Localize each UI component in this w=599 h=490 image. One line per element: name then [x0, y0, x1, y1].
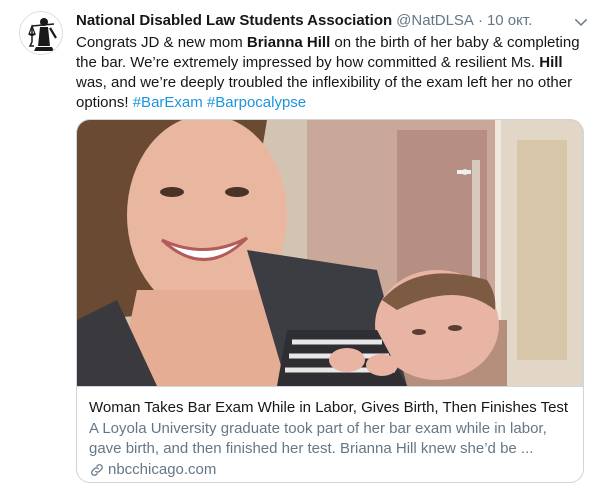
hashtag-link[interactable]: #Barpocalypse: [207, 94, 306, 111]
tweet-header: National Disabled Law Students Associati…: [76, 11, 584, 31]
tweet[interactable]: National Disabled Law Students Associati…: [0, 0, 599, 490]
tweet-text-part: Congrats JD & new mom: [76, 34, 247, 51]
avatar[interactable]: [19, 11, 63, 55]
tweet-text: Congrats JD & new mom Brianna Hill on th…: [76, 33, 584, 113]
link-icon: [89, 462, 105, 478]
scales-of-justice-logo: [20, 12, 62, 54]
card-title[interactable]: Woman Takes Bar Exam While in Labor, Giv…: [89, 398, 571, 418]
card-image[interactable]: [77, 120, 583, 386]
tweet-bold-name: Brianna Hill: [246, 34, 331, 51]
author-name[interactable]: National Disabled Law Students Associati…: [76, 11, 392, 31]
card-domain-link[interactable]: nbcchicago.com: [89, 460, 571, 480]
separator: ·: [477, 12, 483, 29]
link-preview-card[interactable]: Woman Takes Bar Exam While in Labor, Giv…: [76, 119, 584, 483]
author-handle[interactable]: @NatDLSA: [396, 11, 474, 31]
tweet-bold-name: Hill: [539, 54, 563, 71]
card-description: A Loyola University graduate took part o…: [89, 420, 547, 457]
chevron-down-icon[interactable]: [572, 13, 590, 31]
tweet-date[interactable]: 10 окт.: [487, 11, 532, 31]
card-domain: nbcchicago.com: [108, 461, 217, 478]
hashtag-link[interactable]: #BarExam: [133, 94, 203, 111]
